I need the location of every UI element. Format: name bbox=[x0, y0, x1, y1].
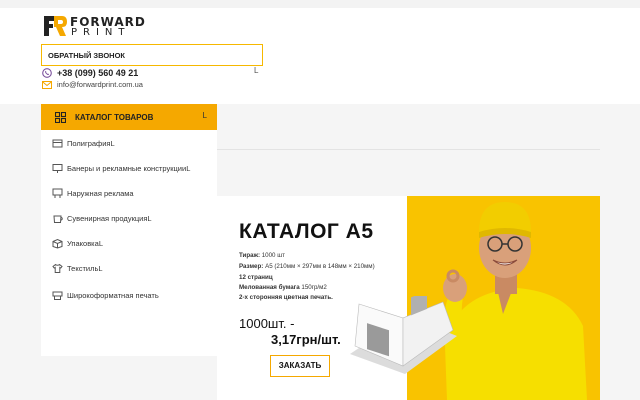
catalog-toggle-button[interactable]: КАТАЛОГ ТОВАРОВ L bbox=[41, 104, 217, 130]
menu-item-label: Широкоформатная печать bbox=[67, 290, 159, 300]
menu-item-suffix: L bbox=[98, 238, 103, 248]
category-icon bbox=[52, 163, 63, 173]
spec-line: Размер: А5 (210мм × 297мм в 148мм × 210м… bbox=[239, 263, 375, 270]
spec-value: А5 (210мм × 297мм в 148мм × 210мм) bbox=[263, 263, 375, 270]
catalog-book-illustration bbox=[350, 296, 457, 374]
menu-item-banery[interactable]: Банеры и рекламные конструкции L bbox=[41, 157, 217, 179]
spec-key: Тираж: bbox=[239, 252, 261, 259]
category-icon bbox=[53, 215, 63, 223]
menu-item-label: Полиграфия bbox=[67, 138, 111, 148]
email-row[interactable]: info@forwardprint.com.ua bbox=[42, 79, 143, 90]
logo-word-print: PRINT bbox=[71, 27, 131, 38]
order-button[interactable]: ЗАКАЗАТЬ bbox=[270, 355, 330, 377]
menu-item-suffix: L bbox=[110, 138, 115, 148]
grid-icon bbox=[55, 111, 66, 123]
spec-line: 2-х сторонняя цветная печать. bbox=[239, 294, 333, 301]
menu-item-label: Банеры и рекламные конструкции bbox=[67, 163, 187, 173]
menu-item-tekstil[interactable]: Текстиль L bbox=[41, 257, 217, 279]
spec-value: 1000 шт bbox=[260, 252, 286, 259]
menu-item-poligrafiya[interactable]: Полиграфия L bbox=[41, 132, 217, 154]
email-address[interactable]: info@forwardprint.com.ua bbox=[57, 80, 143, 89]
spec-key: 12 страниц bbox=[239, 274, 273, 281]
menu-item-shirokoformatnaya[interactable]: Широкоформатная печать bbox=[41, 284, 217, 306]
promo-banner[interactable]: КАТАЛОГ А5 Тираж: 1000 шт Размер: А5 (21… bbox=[217, 196, 600, 400]
menu-item-label: Текстиль bbox=[67, 263, 99, 273]
catalog-label: КАТАЛОГ ТОВАРОВ bbox=[75, 112, 154, 122]
corner-mark: L bbox=[254, 66, 259, 75]
catalog-menu: Полиграфия L Банеры и рекламные конструкц… bbox=[41, 130, 217, 356]
spec-line: Мелованная бумага 150гр/м2 bbox=[239, 284, 327, 291]
spec-key: 2-х сторонняя цветная печать. bbox=[239, 294, 333, 301]
menu-item-suffix: L bbox=[98, 263, 103, 273]
divider-line bbox=[217, 149, 600, 150]
spec-line: 12 страниц bbox=[239, 274, 273, 281]
price-per-unit: 3,17грн/шт. bbox=[271, 332, 341, 347]
banner-title: КАТАЛОГ А5 bbox=[239, 220, 374, 243]
menu-item-suffix: L bbox=[186, 163, 191, 173]
category-icon bbox=[52, 238, 63, 249]
logo[interactable]: FORWARD PRINT bbox=[42, 14, 152, 44]
menu-item-upakovka[interactable]: Упаковка L bbox=[41, 232, 217, 254]
category-icon bbox=[52, 188, 63, 198]
category-icon bbox=[52, 291, 63, 300]
viber-icon bbox=[42, 68, 52, 78]
logo-mark-icon bbox=[44, 16, 67, 36]
spec-key: Мелованная бумага bbox=[239, 284, 300, 291]
menu-item-naruzhnaya[interactable]: Наружная реклама bbox=[41, 182, 217, 204]
category-icon bbox=[52, 263, 63, 273]
phone-row[interactable]: +38 (099) 560 49 21 bbox=[42, 67, 138, 79]
spec-line: Тираж: 1000 шт bbox=[239, 252, 285, 259]
category-icon bbox=[52, 139, 63, 147]
phone-number[interactable]: +38 (099) 560 49 21 bbox=[57, 68, 138, 78]
menu-item-label: Сувенирная продукция bbox=[67, 213, 148, 223]
menu-item-suvenirnaya[interactable]: Сувенирная продукция L bbox=[41, 207, 217, 229]
menu-item-label: Упаковка bbox=[67, 238, 99, 248]
top-strip bbox=[0, 0, 640, 8]
spec-value: 150гр/м2 bbox=[299, 284, 327, 291]
price-quantity: 1000шт. - bbox=[239, 316, 295, 331]
menu-item-suffix: L bbox=[147, 213, 152, 223]
spec-key: Размер: bbox=[239, 263, 264, 270]
callback-button[interactable]: ОБРАТНЫЙ ЗВОНОК bbox=[41, 44, 263, 66]
menu-item-label: Наружная реклама bbox=[67, 188, 134, 198]
mail-icon bbox=[42, 80, 52, 89]
catalog-tick: L bbox=[202, 111, 207, 120]
